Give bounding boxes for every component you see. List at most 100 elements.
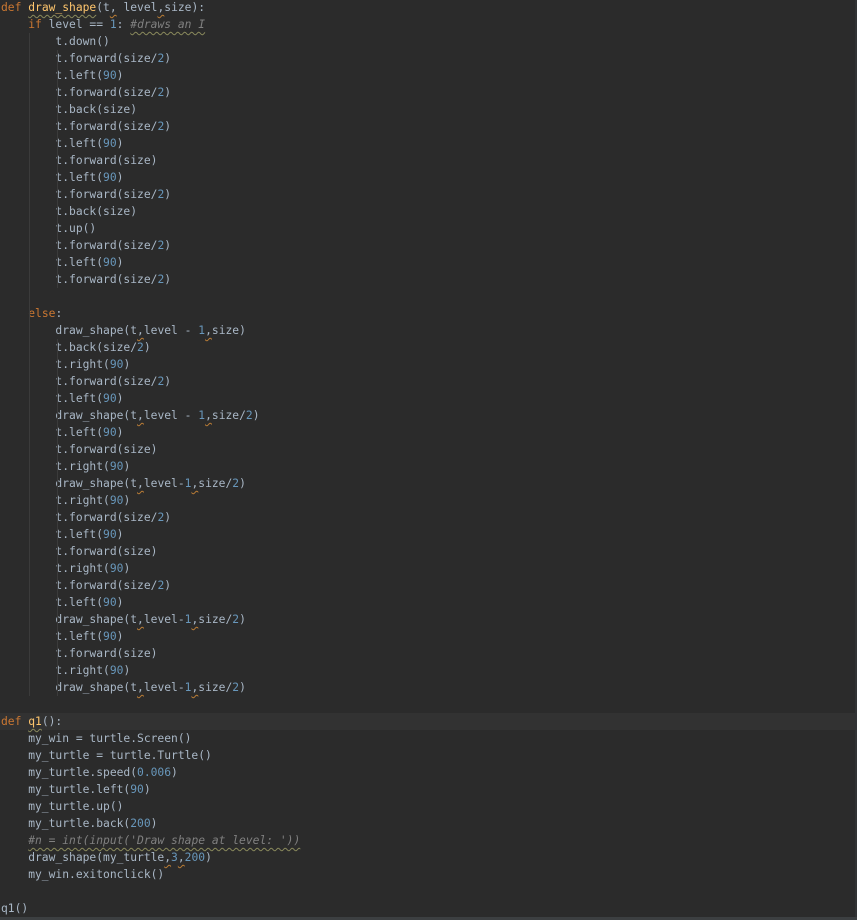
code-line[interactable]: t.left(90): [0, 67, 857, 84]
code-line[interactable]: t.back(size): [0, 203, 857, 220]
code-token: ): [123, 358, 131, 371]
code-line[interactable]: my_turtle.left(90): [0, 781, 857, 798]
code-token: ,: [205, 324, 212, 337]
code-line[interactable]: t.left(90): [0, 424, 857, 441]
code-token: t.down(): [1, 35, 110, 48]
code-token: t.left(: [1, 630, 104, 643]
code-token: q1: [28, 715, 42, 728]
code-line[interactable]: t.forward(size): [0, 152, 857, 169]
code-token: ,: [137, 613, 144, 626]
code-line[interactable]: t.up(): [0, 220, 857, 237]
code-token: (t: [96, 1, 110, 14]
code-line[interactable]: t.forward(size/2): [0, 118, 857, 135]
code-token: t.back(size): [1, 205, 138, 218]
code-line[interactable]: t.forward(size/2): [0, 186, 857, 203]
code-editor[interactable]: def draw_shape(t, level,size): if level …: [0, 0, 857, 920]
code-line[interactable]: def draw_shape(t, level,size):: [0, 0, 857, 16]
code-line[interactable]: t.back(size): [0, 101, 857, 118]
code-token: t.right(: [1, 664, 110, 677]
code-line[interactable]: t.right(90): [0, 560, 857, 577]
code-token: my_win.exitonclick(): [1, 868, 165, 881]
code-line[interactable]: t.right(90): [0, 458, 857, 475]
code-line[interactable]: else:: [0, 305, 857, 322]
code-line[interactable]: t.forward(size/2): [0, 237, 857, 254]
code-token: ): [116, 69, 124, 82]
code-line[interactable]: t.left(90): [0, 254, 857, 271]
code-token: t.left(: [1, 69, 104, 82]
code-token: t.forward(size): [1, 545, 158, 558]
code-line[interactable]: [0, 288, 857, 305]
code-token: ): [171, 766, 178, 779]
code-token: t.forward(size/: [1, 273, 158, 286]
code-token: ():: [41, 715, 63, 728]
code-line[interactable]: def q1():: [0, 713, 857, 730]
code-token: 90: [130, 783, 144, 796]
code-token: 90: [103, 528, 117, 541]
code-token: ): [164, 86, 172, 99]
code-token: ): [239, 477, 246, 490]
code-line[interactable]: t.forward(size/2): [0, 50, 857, 67]
code-line[interactable]: t.left(90): [0, 628, 857, 645]
code-line[interactable]: t.left(90): [0, 169, 857, 186]
code-token: size):: [164, 1, 206, 14]
code-line[interactable]: t.forward(size): [0, 645, 857, 662]
code-token: 200: [184, 851, 206, 864]
code-line[interactable]: draw_shape(t,level-1,size/2): [0, 611, 857, 628]
code-line[interactable]: my_turtle.up(): [0, 798, 857, 815]
code-line[interactable]: t.forward(size): [0, 441, 857, 458]
code-token: 90: [103, 596, 117, 609]
code-line[interactable]: [0, 883, 857, 900]
code-line[interactable]: t.forward(size): [0, 543, 857, 560]
code-line[interactable]: t.left(90): [0, 135, 857, 152]
code-token: t.forward(size/: [1, 375, 158, 388]
code-token: :: [55, 307, 63, 320]
code-line[interactable]: t.right(90): [0, 356, 857, 373]
code-line[interactable]: draw_shape(t,level-1,size/2): [0, 475, 857, 492]
code-token: level: [116, 1, 158, 14]
code-line[interactable]: t.left(90): [0, 390, 857, 407]
code-line[interactable]: draw_shape(t,level-1,size/2): [0, 679, 857, 696]
code-token: def: [1, 1, 22, 14]
indent-guide: [29, 33, 30, 696]
code-token: 90: [109, 664, 124, 677]
code-token: 90: [109, 494, 124, 507]
code-line[interactable]: draw_shape(my_turtle,3,200): [0, 849, 857, 866]
code-line[interactable]: my_win = turtle.Screen(): [0, 730, 857, 747]
code-token: ): [123, 460, 131, 473]
code-line[interactable]: my_turtle.speed(0.006): [0, 764, 857, 781]
code-line[interactable]: my_turtle.back(200): [0, 815, 857, 832]
code-line[interactable]: my_win.exitonclick(): [0, 866, 857, 883]
code-token: ): [143, 341, 151, 354]
code-line[interactable]: t.left(90): [0, 594, 857, 611]
code-line[interactable]: t.forward(size/2): [0, 509, 857, 526]
code-line[interactable]: t.forward(size/2): [0, 373, 857, 390]
code-line[interactable]: [0, 696, 857, 713]
code-token: q1(): [1, 902, 29, 915]
code-token: def: [1, 715, 22, 728]
code-line[interactable]: t.right(90): [0, 662, 857, 679]
code-line[interactable]: #n = int(input('Draw shape at level: ')): [0, 832, 857, 849]
code-line[interactable]: draw_shape(t,level - 1,size): [0, 322, 857, 339]
code-line[interactable]: t.forward(size/2): [0, 84, 857, 101]
code-token: ): [164, 511, 172, 524]
code-token: t.left(: [1, 426, 104, 439]
code-token: ): [116, 137, 124, 150]
code-line[interactable]: t.forward(size/2): [0, 577, 857, 594]
code-line[interactable]: my_turtle = turtle.Turtle(): [0, 747, 857, 764]
code-token: t.left(: [1, 528, 104, 541]
code-line[interactable]: q1(): [0, 900, 857, 917]
code-line[interactable]: if level == 1: #draws an I: [0, 16, 857, 33]
code-line[interactable]: draw_shape(t,level - 1,size/2): [0, 407, 857, 424]
code-line[interactable]: t.right(90): [0, 492, 857, 509]
code-token: 90: [109, 562, 124, 575]
code-token: draw_shape(my_turtle: [1, 851, 165, 864]
code-token: level ==: [41, 18, 110, 31]
code-token: t.left(: [1, 392, 104, 405]
code-token: ): [164, 239, 172, 252]
code-line[interactable]: t.back(size/2): [0, 339, 857, 356]
code-token: ): [164, 375, 172, 388]
code-line[interactable]: t.down(): [0, 33, 857, 50]
code-line[interactable]: t.left(90): [0, 526, 857, 543]
indent-guide: [57, 50, 58, 288]
code-line[interactable]: t.forward(size/2): [0, 271, 857, 288]
